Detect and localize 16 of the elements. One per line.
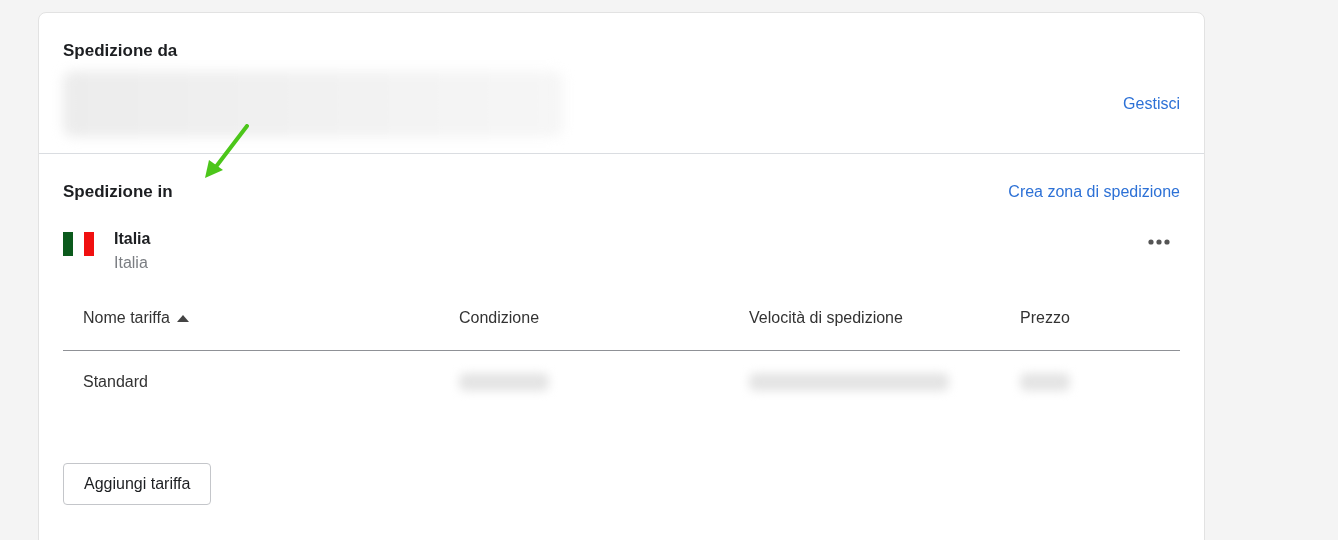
arrow-icon — [205, 124, 249, 178]
column-header[interactable]: Prezzo — [1020, 309, 1070, 327]
add-rate-button[interactable]: Aggiungi tariffa — [63, 463, 212, 505]
section-title: Spedizione da — [63, 41, 179, 61]
flag-icon — [63, 232, 94, 256]
column-header[interactable]: Condizione — [459, 309, 540, 327]
create-zone-link[interactable]: Crea zona di spedizione — [1008, 183, 1180, 201]
more-icon[interactable] — [1148, 238, 1170, 246]
sort-ascending-icon[interactable] — [176, 314, 189, 322]
zone-name: Italia — [114, 230, 152, 248]
zone-countries: Italia — [114, 254, 149, 272]
column-header[interactable]: Velocità di spedizione — [749, 309, 903, 327]
column-header[interactable]: Nome tariffa — [83, 309, 189, 327]
rate-name: Standard — [83, 373, 149, 391]
manage-link[interactable]: Gestisci — [1123, 95, 1180, 113]
section-title: Spedizione in — [63, 182, 173, 202]
